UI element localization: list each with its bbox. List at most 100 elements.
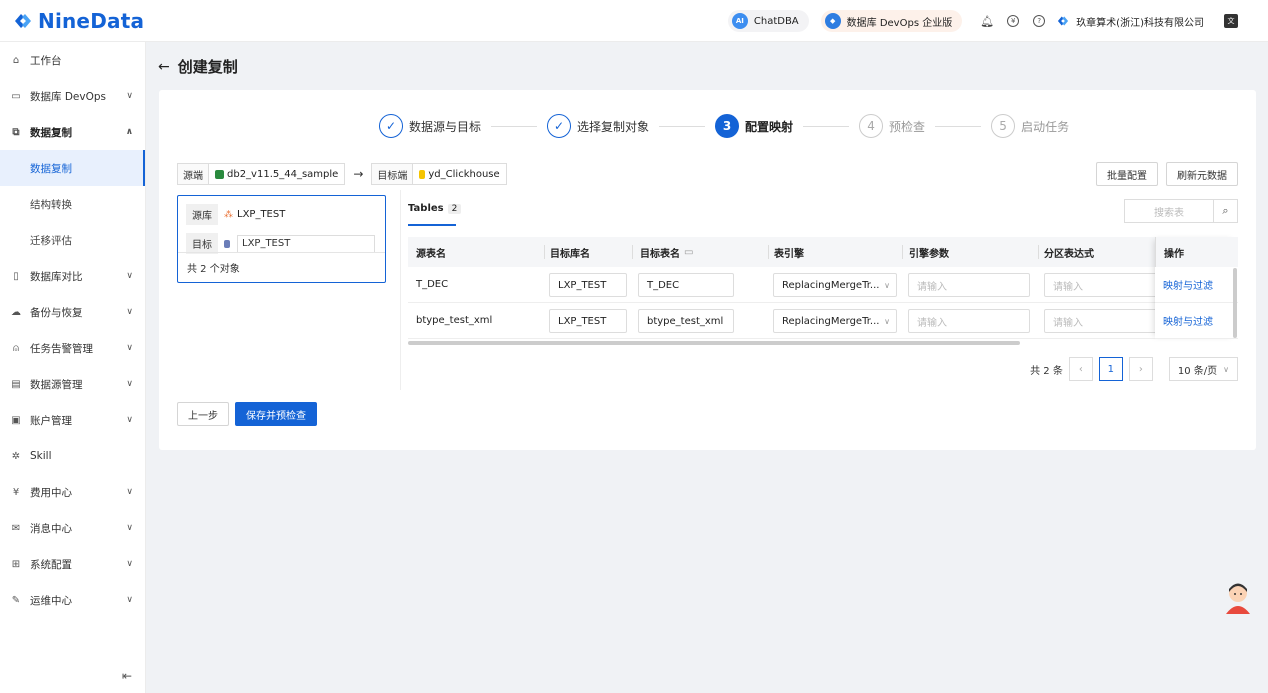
chatdba-button[interactable]: AI ChatDBA: [727, 10, 809, 32]
alarm-icon: ⍝: [13, 342, 19, 354]
yen-icon[interactable]: ¥: [1007, 15, 1020, 27]
partition-field[interactable]: 请输入: [1044, 309, 1158, 333]
page-1-button[interactable]: 1: [1098, 357, 1123, 381]
clickhouse-icon: [419, 169, 426, 179]
db2-icon: [215, 169, 224, 179]
chevron-down-icon: ∨: [884, 316, 890, 326]
target-db-tag: 目标: [186, 233, 218, 254]
sidebar-item-label: 运维中心: [30, 594, 72, 607]
search-input[interactable]: 搜索表: [1125, 204, 1213, 219]
sidebar-item-skill[interactable]: ✲ Skill: [0, 438, 145, 474]
customer-service-icon: [1226, 583, 1250, 614]
sidebar-item-label: 备份与恢复: [30, 306, 83, 319]
chevron-down-icon: ∨: [126, 487, 133, 497]
target-db-input[interactable]: LXP_TEST: [237, 234, 375, 253]
chevron-down-icon: ∨: [884, 280, 890, 290]
save-precheck-button[interactable]: 保存并预检查: [235, 402, 317, 426]
back-arrow-icon[interactable]: ←: [158, 59, 170, 75]
refresh-metadata-button[interactable]: 刷新元数据: [1166, 162, 1238, 186]
edit-icon[interactable]: ▭: [684, 247, 693, 258]
skill-icon: ✲: [11, 450, 21, 462]
object-count: 共 2 个对象: [178, 252, 385, 282]
brand-name: NineData: [38, 8, 145, 33]
sidebar-item-label: 任务告警管理: [30, 342, 93, 355]
target-table-field[interactable]: btype_test_xml: [638, 309, 734, 333]
col-sep: [544, 245, 545, 259]
engine-params-field[interactable]: 请输入: [908, 309, 1030, 333]
page-title: ← 创建复制: [158, 56, 238, 77]
step-number: 3: [715, 114, 740, 138]
prev-page-button[interactable]: ‹: [1068, 357, 1093, 381]
sidebar-item-label: 费用中心: [30, 486, 72, 499]
bell-icon[interactable]: 🔔︎: [980, 15, 994, 28]
db-mapping-panel[interactable]: 源库 ⁂ LXP_TEST 目标 LXP_TEST 共 2 个对象: [177, 195, 386, 283]
col-engine: 表引擎: [774, 248, 804, 260]
mapping-filter-link[interactable]: 映射与过滤: [1163, 313, 1213, 328]
engine-params-field[interactable]: 请输入: [908, 273, 1030, 297]
sidebar-item-message[interactable]: ✉ 消息中心 ∨: [0, 510, 145, 546]
sidebar-item-label: 数据复制: [30, 126, 72, 139]
batch-config-button[interactable]: 批量配置: [1096, 162, 1158, 186]
step-number: 5: [991, 114, 1016, 138]
backup-icon: ☁: [11, 306, 21, 318]
col-source-table: 源表名: [416, 248, 446, 260]
partition-field[interactable]: 请输入: [1044, 273, 1158, 297]
sidebar-item-replication[interactable]: ⧉ 数据复制 ∧: [0, 114, 145, 150]
support-avatar[interactable]: [1222, 580, 1254, 616]
company-switcher[interactable]: 玖章算术(浙江)科技有限公司: [1056, 14, 1204, 29]
sidebar-item-devops[interactable]: ▭ 数据库 DevOps ∨: [0, 78, 145, 114]
chevron-down-icon: ∨: [126, 523, 133, 533]
sidebar-item-label: 数据源管理: [30, 378, 83, 391]
col-sep: [902, 245, 903, 259]
logo[interactable]: NineData: [12, 9, 144, 33]
col-engine-params: 引擎参数: [909, 248, 949, 260]
sidebar-item-workbench[interactable]: ⌂ 工作台: [0, 42, 145, 78]
tab-tables[interactable]: Tables 2: [408, 203, 462, 214]
sidebar-sub-schema-convert[interactable]: 结构转换: [0, 186, 145, 222]
next-page-button[interactable]: ›: [1128, 357, 1153, 381]
sidebar-item-account[interactable]: ▣ 账户管理 ∨: [0, 402, 145, 438]
home-icon: ⌂: [12, 54, 20, 66]
sidebar-item-alarm[interactable]: ⍝ 任务告警管理 ∨: [0, 330, 145, 366]
target-table-field[interactable]: T_DEC: [638, 273, 734, 297]
mapping-filter-link[interactable]: 映射与过滤: [1163, 277, 1213, 292]
source-name: db2_v11.5_44_sample: [227, 168, 339, 180]
page-size-select[interactable]: 10 条/页 ∨: [1168, 357, 1238, 381]
sidebar-item-datasource[interactable]: ▤ 数据源管理 ∨: [0, 366, 145, 402]
connection-bar: 源端 db2_v11.5_44_sample → 目标端 yd_Clickhou…: [177, 163, 507, 185]
sidebar-sub-label: 迁移评估: [30, 234, 72, 247]
translate-icon[interactable]: 文: [1224, 14, 1238, 28]
target-db-field[interactable]: LXP_TEST: [549, 273, 627, 297]
table-search[interactable]: 搜索表 ⌕: [1124, 199, 1238, 223]
database-icon: [224, 239, 230, 248]
table-row: btype_test_xml LXP_TEST btype_test_xml R…: [408, 303, 1238, 339]
table-header: 源表名 目标库名 目标表名 ▭ 表引擎 引擎参数 分区表达式: [408, 237, 1238, 267]
engine-select[interactable]: ReplacingMergeTr... ∨: [773, 273, 897, 297]
target-db-field[interactable]: LXP_TEST: [549, 309, 627, 333]
col-sep: [1038, 245, 1039, 259]
datasource-icon: ▤: [11, 378, 21, 390]
sidebar-item-fee[interactable]: ¥ 费用中心 ∨: [0, 474, 145, 510]
sidebar-item-label: 账户管理: [30, 414, 72, 427]
collapse-menu-icon[interactable]: ⇤: [122, 669, 132, 683]
help-icon[interactable]: ?: [1033, 15, 1046, 27]
step-source-target: ✓ 数据源与目标: [379, 114, 481, 138]
sidebar-item-system[interactable]: ⊞ 系统配置 ∨: [0, 546, 145, 582]
source-db-name: LXP_TEST: [237, 209, 286, 220]
vertical-scrollbar[interactable]: [1233, 268, 1237, 338]
engine-select[interactable]: ReplacingMergeTr... ∨: [773, 309, 897, 333]
top-bar: NineData AI ChatDBA ◆ 数据库 DevOps 企业版 🔔︎ …: [0, 0, 1268, 42]
sidebar-item-ops[interactable]: ✎ 运维中心 ∨: [0, 582, 145, 618]
sidebar-item-backup[interactable]: ☁ 备份与恢复 ∨: [0, 294, 145, 330]
sidebar-sub-migration-eval[interactable]: 迁移评估: [0, 222, 145, 258]
main-card: ✓ 数据源与目标 ✓ 选择复制对象 3 配置映射 4 预检查 5 启动任务 源端…: [159, 90, 1256, 450]
prev-step-button[interactable]: 上一步: [177, 402, 229, 426]
sidebar-item-compare[interactable]: ▯ 数据库对比 ∨: [0, 258, 145, 294]
edition-badge[interactable]: ◆ 数据库 DevOps 企业版: [820, 10, 963, 32]
target-endpoint: 目标端 yd_Clickhouse: [371, 163, 507, 185]
sidebar-sub-replication[interactable]: 数据复制: [0, 150, 145, 186]
search-icon[interactable]: ⌕: [1213, 200, 1237, 222]
sidebar-item-label: Skill: [30, 450, 52, 462]
page-title-text: 创建复制: [177, 58, 238, 76]
horizontal-scrollbar[interactable]: [408, 341, 1020, 345]
